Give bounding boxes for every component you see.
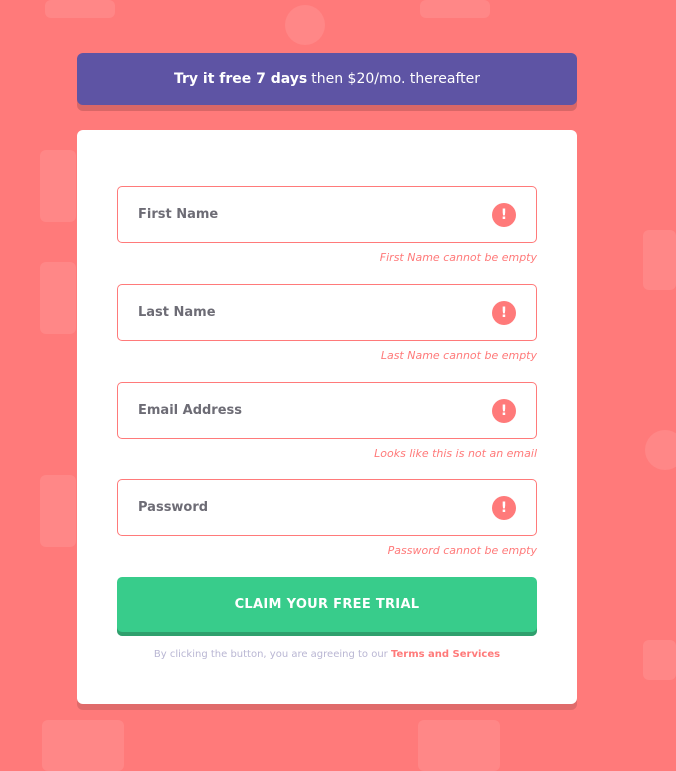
password-input[interactable]: Password ! (117, 479, 537, 536)
background-decoration (285, 5, 325, 45)
background-decoration (643, 230, 676, 290)
last-name-error: Last Name cannot be empty (380, 349, 537, 362)
password-field: Password ! Password cannot be empty (117, 479, 537, 557)
email-placeholder: Email Address (138, 403, 243, 418)
background-decoration (418, 720, 500, 771)
background-decoration (40, 475, 76, 547)
background-decoration (643, 640, 676, 680)
background-decoration (42, 720, 124, 771)
error-icon: ! (492, 202, 516, 227)
error-icon: ! (492, 495, 516, 520)
first-name-placeholder: First Name (138, 207, 219, 222)
last-name-field: Last Name ! Last Name cannot be empty (117, 284, 537, 362)
claim-trial-button[interactable]: CLAIM YOUR FREE TRIAL (117, 577, 537, 632)
first-name-input[interactable]: First Name ! (117, 186, 537, 243)
first-name-field: First Name ! First Name cannot be empty (117, 186, 537, 264)
background-decoration (645, 430, 676, 470)
terms-notice: By clicking the button, you are agreeing… (77, 649, 577, 660)
trial-banner-text: then $20/mo. thereafter (311, 71, 481, 87)
signup-card: First Name ! First Name cannot be empty … (77, 130, 577, 704)
password-error: Password cannot be empty (387, 544, 537, 557)
background-decoration (420, 0, 490, 18)
background-decoration (40, 262, 76, 334)
password-placeholder: Password (138, 500, 209, 515)
background-decoration (45, 0, 115, 18)
email-error: Looks like this is not an email (374, 447, 537, 460)
trial-banner-highlight: Try it free 7 days (173, 71, 308, 87)
first-name-error: First Name cannot be empty (379, 251, 537, 264)
terms-link[interactable]: Terms and Services (391, 649, 500, 660)
last-name-input[interactable]: Last Name ! (117, 284, 537, 341)
terms-text: By clicking the button, you are agreeing… (153, 649, 388, 660)
email-field: Email Address ! Looks like this is not a… (117, 382, 537, 460)
last-name-placeholder: Last Name (138, 305, 216, 320)
trial-banner: Try it free 7 days then $20/mo. thereaft… (77, 53, 577, 105)
background-decoration (40, 150, 76, 222)
email-input[interactable]: Email Address ! (117, 382, 537, 439)
error-icon: ! (492, 398, 516, 423)
error-icon: ! (492, 300, 516, 325)
